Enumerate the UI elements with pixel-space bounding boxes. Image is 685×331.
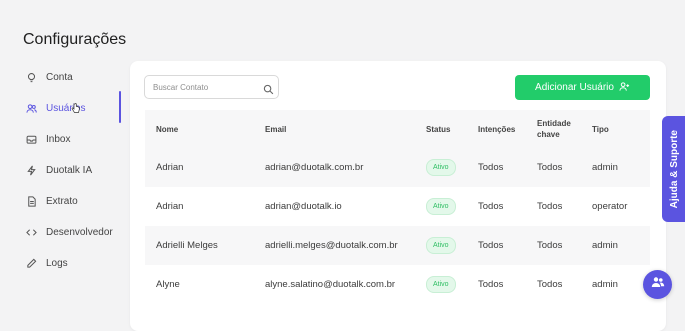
sidebar-item-duotalk-ia[interactable]: Duotalk IA [24, 155, 124, 186]
table-row[interactable]: Alyne alyne.salatino@duotalk.com.br Ativ… [145, 265, 650, 304]
column-header-nome[interactable]: Nome [145, 125, 265, 134]
cell-email: adrielli.melges@duotalk.com.br [265, 240, 398, 251]
users-icon [651, 275, 665, 294]
code-icon [24, 226, 38, 240]
sidebar-item-extrato[interactable]: Extrato [24, 186, 124, 217]
cell-name: Adrielli Melges [156, 240, 218, 251]
users-table: Nome Email Status Intenções Entidade cha… [145, 110, 650, 304]
table-row[interactable]: Adrian adrian@duotalk.com.br Ativo Todos… [145, 148, 650, 187]
user-plus-icon [619, 81, 630, 95]
sidebar-item-label: Logs [46, 258, 68, 269]
cell-status: Ativo [426, 276, 478, 293]
cell-type: admin [592, 240, 618, 251]
users-icon [24, 102, 38, 116]
inbox-icon [24, 133, 38, 147]
status-badge: Ativo [426, 198, 456, 215]
cell-entity: Todos [537, 201, 563, 212]
status-badge: Ativo [426, 276, 456, 293]
cell-email: adrian@duotalk.io [265, 201, 342, 212]
table-row[interactable]: Adrian adrian@duotalk.io Ativo Todos Tod… [145, 187, 650, 226]
status-badge: Ativo [426, 237, 456, 254]
sidebar-item-logs[interactable]: Logs [24, 248, 124, 279]
cell-intents: Todos [478, 201, 504, 212]
cell-name: Adrian [156, 162, 184, 173]
cell-entity: Todos [537, 240, 563, 251]
cell-intents: Todos [478, 240, 504, 251]
table-body: Adrian adrian@duotalk.com.br Ativo Todos… [145, 148, 650, 304]
column-header-intencoes[interactable]: Intenções [478, 125, 537, 134]
table-row[interactable]: Adrielli Melges adrielli.melges@duotalk.… [145, 226, 650, 265]
sidebar-item-label: Desenvolvedor [46, 227, 113, 238]
sidebar-item-inbox[interactable]: Inbox [24, 124, 124, 155]
cell-status: Ativo [426, 159, 478, 176]
cell-email: alyne.salatino@duotalk.com.br [265, 279, 396, 290]
cell-intents: Todos [478, 162, 504, 173]
sidebar-item-usuarios[interactable]: Usuários [24, 91, 124, 124]
table-header: Nome Email Status Intenções Entidade cha… [145, 110, 650, 148]
cell-type: operator [592, 201, 628, 212]
logs-icon [24, 257, 38, 271]
column-header-entidade-chave[interactable]: Entidade chave [537, 118, 592, 140]
help-support-label: Ajuda & Suporte [668, 129, 680, 209]
cell-entity: Todos [537, 279, 563, 290]
lightbulb-icon [24, 71, 38, 85]
users-fab-button[interactable] [643, 270, 672, 299]
column-header-tipo[interactable]: Tipo [592, 125, 650, 134]
cell-status: Ativo [426, 237, 478, 254]
document-icon [24, 195, 38, 209]
search-box[interactable] [144, 75, 279, 99]
cell-type: admin [592, 162, 618, 173]
sidebar-item-label: Conta [46, 72, 73, 83]
lightning-icon [24, 164, 38, 178]
search-input[interactable] [151, 81, 263, 93]
sidebar-item-label: Inbox [46, 134, 71, 145]
settings-sidebar: Conta Usuários Inbox Duotalk IA Extrato … [24, 62, 124, 279]
cell-name: Adrian [156, 201, 184, 212]
sidebar-item-label: Duotalk IA [46, 165, 93, 176]
cell-status: Ativo [426, 198, 478, 215]
sidebar-item-label: Extrato [46, 196, 78, 207]
sidebar-item-conta[interactable]: Conta [24, 62, 124, 93]
add-user-button[interactable]: Adicionar Usuário [515, 75, 650, 100]
hand-cursor-icon [71, 103, 80, 117]
column-header-status[interactable]: Status [426, 125, 478, 134]
cell-intents: Todos [478, 279, 504, 290]
cell-entity: Todos [537, 162, 563, 173]
add-user-button-label: Adicionar Usuário [535, 82, 614, 93]
users-panel: Adicionar Usuário Nome Email Status Inte… [130, 61, 666, 331]
page-title: Configurações [23, 31, 127, 48]
search-icon[interactable] [263, 82, 274, 94]
cell-name: Alyne [156, 279, 180, 290]
cell-email: adrian@duotalk.com.br [265, 162, 364, 173]
status-badge: Ativo [426, 159, 456, 176]
cell-type: admin [592, 279, 618, 290]
sidebar-item-desenvolvedor[interactable]: Desenvolvedor [24, 217, 124, 248]
column-header-email[interactable]: Email [265, 125, 426, 134]
help-support-tab[interactable]: Ajuda & Suporte [662, 116, 685, 222]
